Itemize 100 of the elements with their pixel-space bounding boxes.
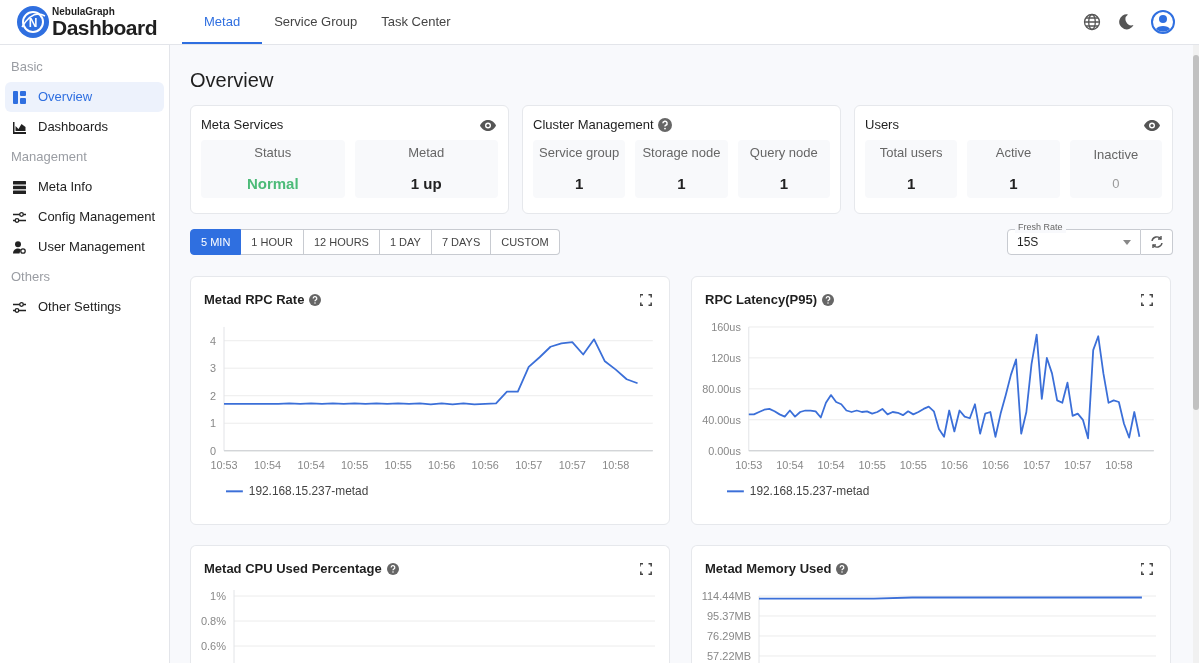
- nav-tab[interactable]: Task Center: [369, 0, 463, 44]
- area-chart-icon: [13, 120, 26, 134]
- user-gear-icon: [13, 240, 26, 254]
- sidebar-item[interactable]: Other Settings: [5, 292, 164, 322]
- chart-title: Metad Memory Used: [705, 560, 832, 579]
- stat-value: 0: [1112, 175, 1120, 193]
- axis-label: 10:55: [899, 458, 927, 471]
- stat-value: 1 up: [410, 173, 442, 194]
- sidebar-item[interactable]: Config Management: [5, 202, 164, 232]
- expand-icon[interactable]: [640, 294, 652, 306]
- stat-label: Metad: [408, 144, 445, 162]
- axis-label: 10:58: [1105, 458, 1133, 471]
- axis-label: 0: [210, 444, 217, 457]
- axis-label: 1: [210, 417, 217, 430]
- stat-value: 1: [779, 173, 788, 194]
- legend-line-icon: [726, 490, 745, 493]
- axis-label: 10:56: [981, 458, 1010, 471]
- axis-label: 2: [210, 389, 217, 402]
- sidebar-item[interactable]: Meta Info: [5, 172, 164, 202]
- help-icon[interactable]: [657, 118, 672, 132]
- sidebar-section-label: Others: [10, 268, 51, 287]
- fresh-rate-label: Fresh Rate: [1015, 222, 1066, 233]
- legend-label[interactable]: 192.168.15.237-metad: [749, 484, 870, 499]
- axis-label: 40.00us: [702, 413, 741, 426]
- expand-icon[interactable]: [1141, 563, 1153, 575]
- scrollbar-thumb[interactable]: [1193, 55, 1199, 410]
- eye-icon[interactable]: [480, 119, 496, 131]
- axis-label: 10:56: [940, 458, 968, 471]
- sidebar-item[interactable]: Overview: [5, 82, 164, 112]
- axis-label: 10:55: [858, 458, 886, 471]
- stat-label: Active: [995, 144, 1032, 162]
- eye-icon[interactable]: [1144, 119, 1160, 131]
- axis-label: 3: [210, 362, 217, 375]
- card-title: Cluster Management: [533, 116, 654, 135]
- globe-icon[interactable]: [1083, 13, 1101, 31]
- stat-value: Normal: [246, 173, 299, 194]
- chart-title: Metad CPU Used Percentage: [204, 560, 382, 579]
- logo-letter: N: [28, 15, 38, 30]
- help-icon[interactable]: [309, 294, 322, 306]
- axis-label: 10:54: [297, 458, 325, 471]
- layout-icon: [13, 90, 26, 104]
- stat-label: Inactive: [1093, 145, 1139, 164]
- sidebar-item[interactable]: User Management: [5, 232, 164, 262]
- axis-label: 120us: [711, 351, 741, 364]
- axis-label: 10:54: [776, 458, 804, 471]
- axis-label: 1%: [210, 590, 226, 602]
- nav-tab[interactable]: Service Group: [262, 0, 370, 44]
- axis-label: 10:53: [210, 458, 238, 471]
- axis-label: 10:54: [817, 458, 845, 471]
- logo-title: Dashboard: [52, 16, 157, 38]
- moon-icon[interactable]: [1117, 13, 1135, 31]
- axis-label: 114.44MB: [701, 590, 751, 602]
- fresh-rate-select[interactable]: 15S: [1007, 229, 1141, 255]
- axis-label: 10:53: [735, 458, 763, 471]
- stat-label: Storage node: [642, 144, 721, 162]
- time-range-button[interactable]: CUSTOM: [491, 229, 560, 255]
- user-avatar-icon[interactable]: [1151, 10, 1175, 34]
- axis-label: 10:57: [558, 458, 586, 471]
- time-range-button[interactable]: 1 HOUR: [241, 229, 304, 255]
- axis-label: 10:57: [1064, 458, 1092, 471]
- help-icon[interactable]: [822, 294, 834, 306]
- axis-label: 0.8%: [200, 615, 226, 627]
- sidebar-item[interactable]: Dashboards: [5, 112, 164, 142]
- stat-label: Service group: [539, 144, 620, 162]
- stat-label: Total users: [879, 144, 943, 162]
- nav-tab[interactable]: Metad: [182, 0, 263, 44]
- time-range-button[interactable]: 5 MIN: [190, 229, 242, 255]
- axis-label: 10:56: [428, 458, 456, 471]
- stat-value: 1: [677, 173, 686, 194]
- stat-label: Status: [254, 144, 292, 162]
- time-range-button[interactable]: 1 DAY: [379, 229, 432, 255]
- stat-value: 1: [907, 173, 916, 194]
- legend-label[interactable]: 192.168.15.237-metad: [248, 484, 369, 499]
- refresh-button[interactable]: [1141, 229, 1173, 255]
- axis-label: 10:57: [515, 458, 543, 471]
- expand-icon[interactable]: [640, 563, 652, 575]
- card-title: Meta Services: [201, 116, 284, 135]
- sidebar-section-label: Management: [10, 148, 88, 167]
- axis-label: 160us: [711, 321, 741, 333]
- stat-label: Query node: [749, 144, 818, 162]
- time-range-button[interactable]: 12 HOURS: [303, 229, 380, 255]
- axis-label: 4: [210, 334, 217, 347]
- axis-label: 10:57: [1023, 458, 1051, 471]
- sidebar-section-label: Basic: [10, 58, 44, 77]
- axis-label: 10:55: [384, 458, 412, 471]
- expand-icon[interactable]: [1141, 294, 1153, 306]
- time-range-button[interactable]: 7 DAYS: [431, 229, 492, 255]
- legend-line-icon: [225, 490, 244, 493]
- card-title: Users: [865, 116, 899, 135]
- axis-label: 10:55: [341, 458, 369, 471]
- chart-title: RPC Latency(P95): [705, 291, 817, 310]
- help-icon[interactable]: [386, 563, 399, 575]
- axis-label: 0.6%: [200, 640, 226, 652]
- axis-label: 95.37MB: [706, 610, 751, 622]
- axis-label: 76.29MB: [706, 630, 751, 642]
- axis-label: 10:58: [602, 458, 630, 471]
- axis-label: 0.00us: [708, 444, 741, 457]
- help-icon[interactable]: [836, 563, 849, 575]
- server-icon: [13, 180, 26, 194]
- page-title: Overview: [190, 68, 275, 93]
